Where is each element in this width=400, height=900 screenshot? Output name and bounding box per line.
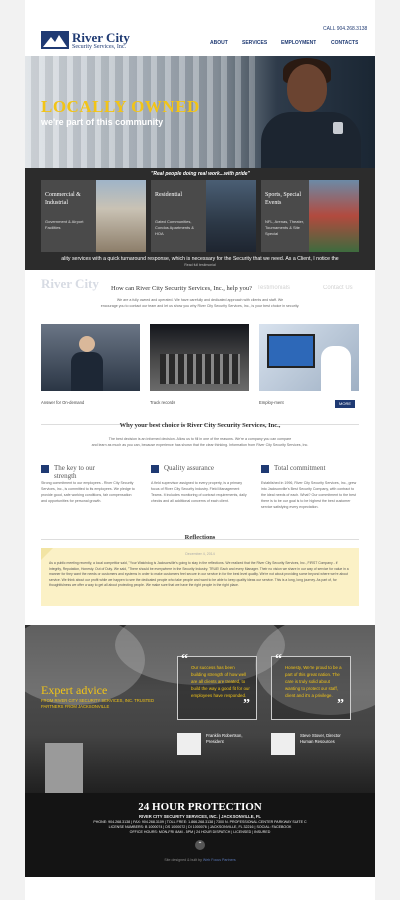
col-title-strength: The key to our strength — [54, 464, 96, 480]
footer-contact-line[interactable]: PHONE: 904.268.3138 | FAX: 904.268.3109 … — [25, 820, 375, 824]
reflections-date: December 4, 2014 — [185, 552, 215, 556]
footer-credit: Site designed & built by Web Focus Partn… — [25, 858, 375, 862]
quote-text-1: Our success has been building strength o… — [191, 665, 250, 698]
close-quote-icon: ” — [337, 697, 344, 712]
help-paragraph-2: encourage you to contact our team and le… — [100, 304, 300, 308]
service-desc-sports: NFL, Arenas, Theater, Tournaments & Site… — [265, 219, 305, 236]
close-quote-icon: ” — [243, 697, 250, 712]
credit-link[interactable]: Web Focus Partners — [203, 858, 236, 862]
quality-icon — [151, 465, 159, 473]
ghost-logo: River City — [41, 276, 99, 291]
photo-employment[interactable] — [259, 324, 359, 391]
footer-title: 24 HOUR PROTECTION — [138, 801, 262, 813]
quote-author-1: Franklin Robertson, President — [206, 733, 266, 745]
guard-head — [79, 336, 95, 352]
open-quote-icon: “ — [181, 652, 188, 667]
col-title-commitment: Total commitment — [274, 464, 326, 472]
logo-subtitle: Security Services, Inc. — [72, 44, 126, 50]
caption-on-demand[interactable]: Answer for On-demand — [41, 400, 84, 405]
footer-company: RIVER CITY SECURITY SERVICES, INC. | JAC… — [139, 814, 261, 819]
logo-emblem-icon[interactable] — [41, 31, 69, 49]
caption-track-records[interactable]: Track records — [150, 400, 175, 405]
help-paragraph-1: We are a fully owned and operated. We ha… — [116, 298, 284, 302]
service-desc-residential: Gated Communities, Condos Apartments & H… — [155, 219, 194, 236]
help-title: How can River City Security Services, In… — [111, 285, 252, 292]
monitor-image — [267, 334, 315, 368]
why-title: Why your best choice is River City Secur… — [119, 422, 281, 429]
footer-hours-line: OFFICE HOURS: MON-FRI 8AM - 5PM | 24 HOU… — [129, 830, 271, 834]
nav-services[interactable]: SERVICES — [242, 40, 267, 46]
reflections-text: As a public meeting recently, a local co… — [49, 561, 349, 588]
credit-prefix: Site designed & built by — [164, 858, 202, 862]
avatar — [177, 733, 201, 755]
photo-track-records[interactable] — [150, 324, 249, 391]
service-desc-commercial: Government & Airport Facilities — [45, 219, 84, 230]
badge-icon — [333, 122, 343, 134]
why-paragraph-1: The best decision is an informed decisio… — [108, 437, 292, 441]
tab-testimonials[interactable]: Testimonials — [257, 285, 290, 291]
expert-title: Expert advice — [41, 683, 108, 697]
strength-icon — [41, 465, 49, 473]
officer-photo — [287, 64, 327, 112]
hero-subhead: we're part of this community — [41, 117, 164, 127]
operator-image — [321, 346, 351, 391]
officer-uniform — [261, 112, 361, 172]
quote-text-2: Honesty, We're proud to be a part of thi… — [285, 665, 342, 698]
service-title-residential[interactable]: Residential — [155, 191, 205, 199]
nav-about[interactable]: ABOUT — [210, 40, 228, 46]
col-text-commitment: Established in 1996, River City Security… — [261, 481, 357, 509]
why-paragraph-2: and learn as much as you can, because ex… — [91, 443, 309, 447]
photo-on-demand[interactable] — [41, 324, 140, 391]
avatar — [271, 733, 295, 755]
residential-tower-image — [206, 180, 256, 252]
tab-contact[interactable]: Contact Us — [323, 285, 353, 291]
stadium-image — [309, 180, 359, 252]
quote-role-2: Human Resources — [300, 739, 335, 744]
services-tagline: "Real people doing real work...with prid… — [151, 171, 250, 177]
testimonial-ticker: ality services with a quick turnaround r… — [61, 256, 339, 262]
open-quote-icon: “ — [275, 652, 282, 667]
quote-author-2: Steve Stover, Director Human Resources — [300, 733, 360, 745]
group-people — [160, 354, 240, 384]
col-text-strength: Strong commitment to our employees - Riv… — [41, 481, 135, 503]
building-image — [45, 743, 83, 793]
commitment-icon — [261, 465, 269, 473]
footer-license-line: LICENSE NUMBERS: B 1000074 | DS 1000072 … — [108, 825, 292, 829]
guard-body — [71, 352, 103, 391]
col-text-quality: A field supervisor assigned to every pro… — [151, 481, 247, 503]
nav-contacts[interactable]: CONTACTS — [331, 40, 358, 46]
service-title-sports[interactable]: Sports, Special Events — [265, 191, 309, 207]
testimonial-link[interactable]: Read full testimonial — [25, 263, 375, 267]
more-button[interactable]: MORE — [335, 400, 355, 408]
phone-number[interactable]: CALL 904.268.3138 — [323, 26, 367, 32]
quote-role-1: President — [206, 739, 224, 744]
back-to-top-icon[interactable]: ⌃ — [195, 840, 205, 850]
caption-employment[interactable]: Employ-ment — [259, 400, 284, 405]
service-title-commercial[interactable]: Commercial & Industrial — [45, 191, 95, 207]
hero-headline: LOCALLY OWNED — [41, 97, 200, 116]
page: CALL 904.268.3138 River City Security Se… — [25, 0, 375, 900]
reflections-title: Reflections — [184, 534, 216, 541]
commercial-building-image — [96, 180, 146, 252]
nav-employment[interactable]: EMPLOYMENT — [281, 40, 316, 46]
col-title-quality: Quality assurance — [164, 464, 214, 472]
expert-subtitle: FROM RIVER CITY SECURITY SERVICES, INC. … — [41, 698, 155, 709]
